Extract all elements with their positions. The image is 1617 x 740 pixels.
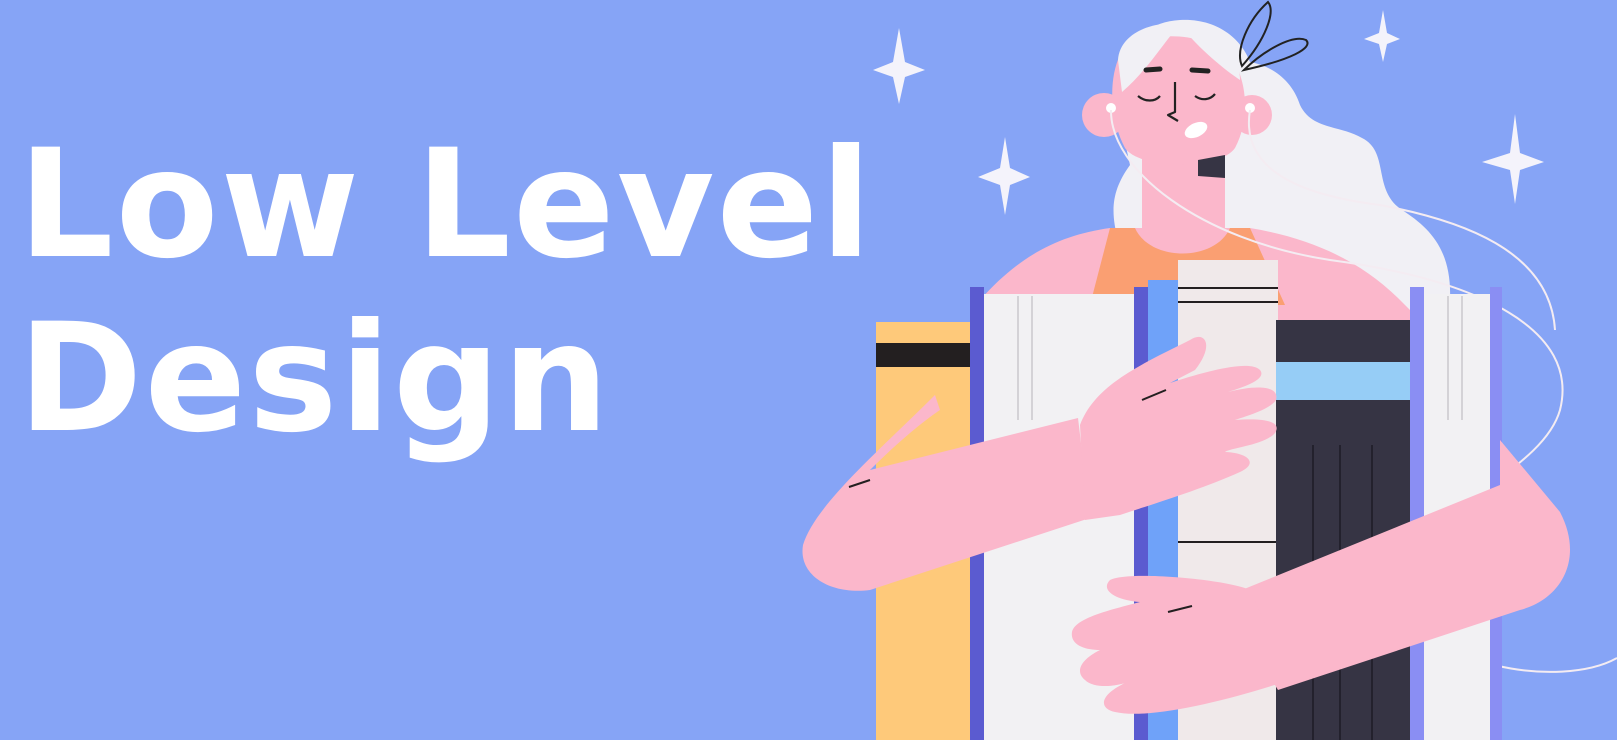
banner: Low Level Design	[0, 0, 1617, 740]
sparkle-icon	[1482, 114, 1544, 204]
sparkle-icon	[1364, 10, 1400, 62]
hair-clip-icon	[1239, 0, 1309, 72]
sparkle-icon	[873, 28, 925, 104]
sparkle-icon	[978, 137, 1030, 215]
woman-holding-books-illustration	[802, 0, 1617, 740]
